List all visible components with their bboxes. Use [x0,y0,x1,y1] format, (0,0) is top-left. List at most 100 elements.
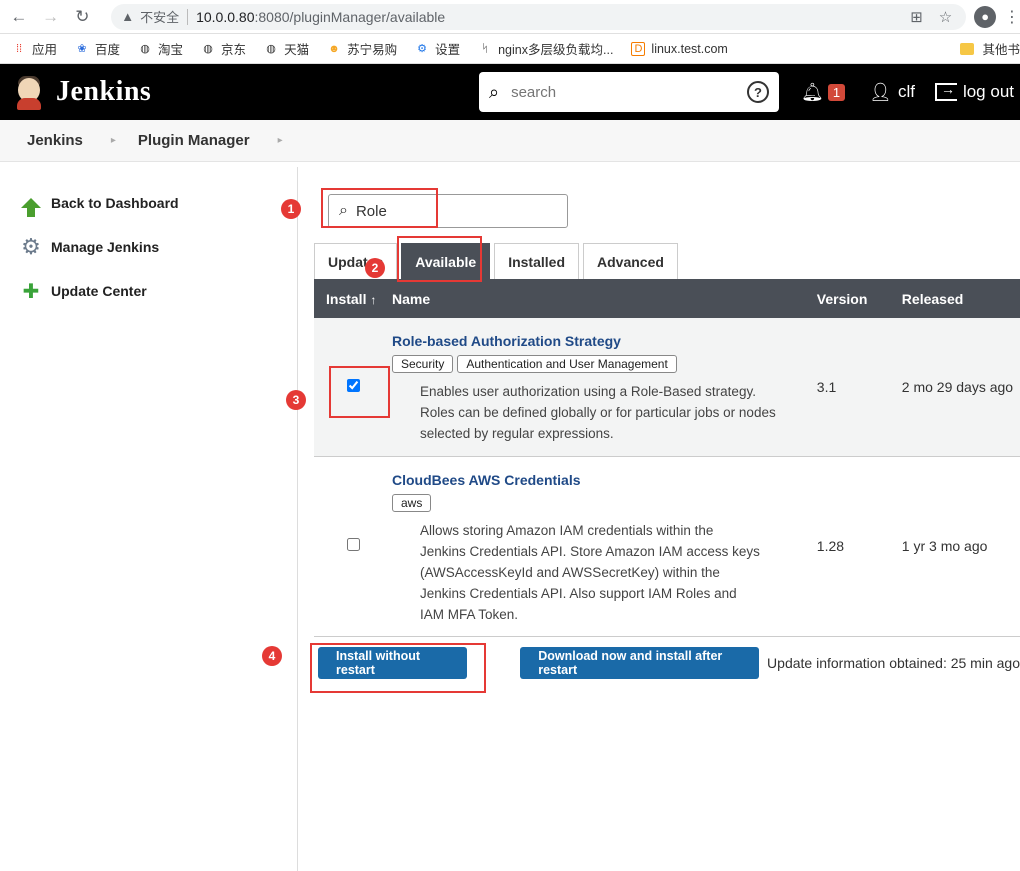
plugin-released: 2 mo 29 days ago [901,318,1020,457]
search-input[interactable] [511,83,722,101]
annotation-marker-4: 4 [262,646,282,666]
download-install-after-restart-button[interactable]: Download now and install after restart [520,647,760,679]
jenkins-header: Jenkins ⌕ ? 🔔︎ 1 👤︎ clf log out [0,64,1020,120]
tab-updates[interactable]: Updates [314,243,398,279]
sidebar: Back to Dashboard ⚙ Manage Jenkins ✚ Upd… [0,167,298,871]
bookmark-label: 其他书 [982,43,1020,57]
puzzle-icon: ✚ [22,280,40,303]
plugin-released: 1 yr 3 mo ago [901,456,1020,637]
annotation-box-checkbox [329,366,390,418]
jenkins-logo[interactable]: Jenkins [14,74,151,110]
annotation-box-filter [321,188,438,228]
sidebar-item-label: Manage Jenkins [51,239,160,255]
paw-icon: ❀ [77,43,87,55]
bookmark-label: 京东 [221,43,247,57]
annotation-box-install-button [310,643,486,693]
lion-icon: ☻ [328,42,340,55]
breadcrumb-separator-icon[interactable]: ▸ [278,135,283,146]
update-info-text: Update information obtained: 25 min ago [767,655,1020,671]
bookmark-taobao[interactable]: ◍ 淘宝 [138,39,183,58]
header-released[interactable]: Released [901,279,1020,318]
bookmark-label: nginx多层级负载均... [498,43,614,57]
tab-installed[interactable]: Installed [494,243,579,279]
bookmark-tmall[interactable]: ◍ 天猫 [264,39,309,58]
sidebar-item-back-to-dashboard[interactable]: Back to Dashboard [0,181,297,225]
gear-icon: ⚙ [417,43,428,55]
bookmark-other[interactable]: 其他书 [960,39,1020,58]
plugin-label[interactable]: Security [392,355,454,374]
reload-icon[interactable]: ↻ [69,4,95,30]
breadcrumb: Jenkins ▸ Plugin Manager ▸ [0,120,1020,162]
bell-icon[interactable]: 🔔︎ [801,82,824,103]
apps-grid-icon: ⁞⁞ [15,42,23,55]
plugin-version: 3.1 [816,318,902,457]
header-install-label: Install [326,290,367,307]
back-arrow-icon[interactable]: ← [6,4,32,30]
breadcrumb-separator-icon[interactable]: ▸ [111,135,116,146]
table-row: Role-based Authorization Strategy Securi… [314,318,1020,457]
header-version[interactable]: Version [816,279,902,318]
sidebar-item-label: Update Center [51,283,147,299]
url-field[interactable]: ▲ 不安全 10.0.0.80 :8080/pluginManager/avai… [111,3,967,30]
name-cell: Role-based Authorization Strategy Securi… [392,318,817,457]
search-box: ⌕ ? [479,72,779,112]
bookmark-label: 天猫 [284,43,310,57]
bookmark-jd[interactable]: ◍ 京东 [201,39,246,58]
plugin-name-link[interactable]: Role-based Authorization Strategy [392,333,817,349]
bookmarks-bar: ⁞⁞ 应用 ❀ 百度 ◍ 淘宝 ◍ 京东 ◍ 天猫 ☻ 苏宁易购 ⚙ 设置 ᛋ nginx多层级… [0,34,1020,64]
install-checkbox[interactable] [346,538,360,551]
header-right: 🔔︎ 1 👤︎ clf log out [801,64,1014,120]
sort-arrow-icon: ↑ [370,292,377,307]
translate-icon[interactable]: ⊞ [910,8,923,26]
install-cell [314,456,392,637]
annotation-marker-2: 2 [365,258,385,278]
bookmark-nginx[interactable]: ᛋ nginx多层级负载均... [478,39,614,58]
name-cell: CloudBees AWS Credentials aws Allows sto… [392,456,817,637]
sidebar-item-manage-jenkins[interactable]: ⚙ Manage Jenkins [0,225,297,269]
folder-icon [960,42,975,55]
bookmark-linux[interactable]: Dlinux.test.com [631,41,728,56]
forward-arrow-icon[interactable]: → [38,4,64,30]
browser-address-bar: ← → ↻ ▲ 不安全 10.0.0.80 :8080/pluginManage… [0,0,1020,34]
logout-icon [934,81,957,101]
breadcrumb-plugin-manager[interactable]: Plugin Manager [138,132,250,149]
url-tools: ⊞ ☆ [910,8,966,26]
star-icon[interactable]: ☆ [939,8,952,26]
plugin-description: Allows storing Amazon IAM credentials wi… [420,522,760,622]
bookmark-settings[interactable]: ⚙ 设置 [415,39,460,58]
plugin-version: 1.28 [816,456,902,637]
plugin-labels: Security Authentication and User Managem… [392,355,817,374]
bookmark-apps[interactable]: ⁞⁞ 应用 [12,39,57,58]
notification-badge[interactable]: 1 [827,83,846,101]
search-icon: ⌕ [489,81,500,102]
user-link[interactable]: clf [898,82,915,102]
warning-icon: ▲ [121,9,135,24]
menu-more-icon[interactable]: ⋮ [1004,7,1020,27]
header-install[interactable]: Install ↑ [314,279,392,318]
url-divider [187,8,189,25]
bookmark-label: linux.test.com [651,41,728,56]
plugin-description: Enables user authorization using a Role-… [420,384,776,442]
sidebar-item-label: Back to Dashboard [51,195,179,211]
plugin-label[interactable]: aws [392,493,432,512]
sidebar-item-update-center[interactable]: ✚ Update Center [0,269,297,313]
help-icon[interactable]: ? [747,81,769,103]
annotation-box-available-tab [397,236,482,282]
logo-text: Jenkins [56,76,152,107]
header-name[interactable]: Name [392,279,817,318]
bookmark-label: 百度 [95,43,121,57]
plugin-label[interactable]: Authentication and User Management [457,355,677,374]
table-header-row: Install ↑ Name Version Released [314,279,1020,318]
breadcrumb-jenkins[interactable]: Jenkins [27,132,83,149]
bookmark-label: 淘宝 [158,43,184,57]
table-row: CloudBees AWS Credentials aws Allows sto… [314,456,1020,637]
tab-advanced[interactable]: Advanced [583,243,678,279]
user-icon: 👤︎ [869,81,892,102]
plugin-name-link[interactable]: CloudBees AWS Credentials [392,472,817,488]
bookmark-label: 苏宁易购 [347,43,398,57]
logout-link[interactable]: log out [963,82,1014,102]
up-arrow-icon [20,192,42,217]
profile-avatar-icon[interactable]: ● [974,5,997,28]
bookmark-baidu[interactable]: ❀ 百度 [75,39,120,58]
bookmark-suning[interactable]: ☻ 苏宁易购 [327,39,397,58]
